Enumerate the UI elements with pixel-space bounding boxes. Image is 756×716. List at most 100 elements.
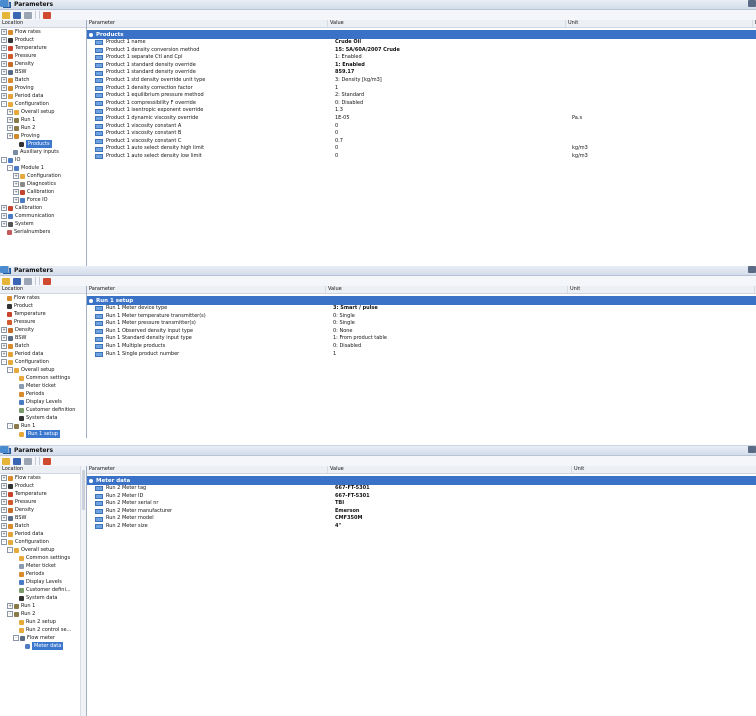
column-header-parameter[interactable]: Parameter — [87, 20, 328, 27]
collapse-icon[interactable]: - — [7, 165, 13, 171]
open-folder-icon[interactable] — [2, 11, 10, 19]
parameter-row[interactable]: Run 1 Meter pressure transmitter(s) 0: Si… — [87, 320, 756, 328]
value-cell[interactable]: 0: Disabled — [331, 343, 572, 351]
column-header-parameter[interactable]: Parameter — [87, 286, 326, 293]
expand-icon[interactable]: + — [1, 69, 7, 75]
location-tree[interactable]: Location + Flow rates + Product + Temperature +… — [0, 20, 87, 266]
tree-node[interactable]: + Proving — [0, 132, 86, 140]
scrollbar-thumb[interactable] — [82, 470, 85, 510]
expand-icon[interactable]: + — [1, 327, 7, 333]
tree-node[interactable]: + Batch — [0, 76, 86, 84]
parameter-row[interactable]: Product 1 equilibrium pressure method 2: … — [87, 92, 756, 100]
tree-node[interactable]: Products — [0, 140, 86, 148]
value-cell[interactable]: 0 — [333, 123, 570, 131]
value-cell[interactable]: 667-FT-5301 — [333, 493, 576, 501]
tree-node[interactable]: + Period data — [0, 350, 86, 358]
expand-icon[interactable]: + — [13, 197, 19, 203]
group-header[interactable]: Run 1 setup — [87, 296, 756, 305]
parameter-row[interactable]: Product 1 isentropic exponent override 1.… — [87, 107, 756, 115]
column-header-value[interactable]: Value — [326, 286, 568, 293]
tree-node[interactable]: - Module 1 — [0, 164, 86, 172]
column-header-unit[interactable]: Unit — [566, 20, 753, 27]
value-cell[interactable]: 4" — [333, 523, 576, 531]
expand-icon[interactable]: + — [1, 45, 7, 51]
tree-node[interactable]: - Run 1 — [0, 422, 86, 430]
expand-icon[interactable]: + — [1, 205, 7, 211]
expand-icon[interactable]: + — [1, 61, 7, 67]
column-header-value[interactable]: Value — [328, 466, 572, 473]
tools-icon[interactable] — [43, 457, 51, 465]
column-header-unit[interactable]: Unit — [572, 466, 756, 473]
tree-node[interactable]: - Flow meter — [0, 634, 86, 642]
tree-node[interactable]: + Calibration — [0, 204, 86, 212]
expand-icon[interactable]: + — [7, 125, 13, 131]
tree-scrollbar[interactable] — [80, 466, 86, 716]
print-icon[interactable] — [24, 277, 32, 285]
tree-node[interactable]: + Density — [0, 506, 86, 514]
tree-node[interactable]: + Product — [0, 36, 86, 44]
parameter-row[interactable]: Run 1 Standard density input type 1: From… — [87, 335, 756, 343]
expand-icon[interactable]: + — [7, 109, 13, 115]
tree-node[interactable]: + Flow rates — [0, 474, 86, 482]
tree-node[interactable]: Flow rates — [0, 294, 86, 302]
parameter-row[interactable]: Run 1 Meter temperature transmitter(s) 0:… — [87, 313, 756, 321]
tree-node[interactable]: + BSW — [0, 334, 86, 342]
value-cell[interactable]: 3: Density [kg/m3] — [333, 77, 570, 85]
expand-icon[interactable]: + — [1, 221, 7, 227]
expand-icon[interactable]: + — [1, 475, 7, 481]
parameter-row[interactable]: Run 2 Meter size 4" — [87, 523, 756, 531]
tree-node[interactable]: + Run 1 — [0, 602, 86, 610]
value-cell[interactable]: 0: None — [331, 328, 572, 336]
value-cell[interactable]: 1E-05 — [333, 115, 570, 123]
expand-icon[interactable]: + — [1, 351, 7, 357]
tree-node[interactable]: + Batch — [0, 342, 86, 350]
tree-node[interactable]: Customer definition — [0, 406, 86, 414]
tree-node[interactable]: + Communication — [0, 212, 86, 220]
save-icon[interactable] — [13, 11, 21, 19]
parameter-row[interactable]: Product 1 std density override unit type… — [87, 77, 756, 85]
group-header[interactable]: Products — [87, 30, 756, 39]
value-cell[interactable]: 0: Disabled — [333, 100, 570, 108]
save-icon[interactable] — [13, 277, 21, 285]
tree-view-icon[interactable] — [0, 446, 9, 453]
value-cell[interactable]: 0.7 — [333, 138, 570, 146]
value-cell[interactable]: 0: Single — [331, 320, 572, 328]
value-cell[interactable]: 1.3 — [333, 107, 570, 115]
parameter-row[interactable]: Run 1 Observed density input type 0: None — [87, 328, 756, 336]
value-cell[interactable]: 1 — [331, 351, 572, 359]
tree-node[interactable]: - Overall setup — [0, 546, 86, 554]
group-header[interactable]: Meter data — [87, 476, 756, 485]
tree-node[interactable]: + Diagnostics — [0, 180, 86, 188]
tree-node[interactable]: Periods — [0, 390, 86, 398]
tree-node[interactable]: + Temperature — [0, 490, 86, 498]
column-header-parameter[interactable]: Parameter — [87, 466, 328, 473]
expand-icon[interactable]: + — [1, 37, 7, 43]
parameter-row[interactable]: Run 1 Multiple products 0: Disabled — [87, 343, 756, 351]
expand-icon[interactable]: + — [1, 507, 7, 513]
parameter-row[interactable]: Product 1 compressibility F override 0: D… — [87, 100, 756, 108]
value-cell[interactable]: 15: 5A/60A/2007 Crude — [333, 47, 570, 55]
location-tree[interactable]: Location + Flow rates + Product + Temperature +… — [0, 466, 87, 716]
tree-node[interactable]: Periods — [0, 570, 86, 578]
parameter-row[interactable]: Product 1 standard density override 1: En… — [87, 62, 756, 70]
collapse-icon[interactable]: - — [7, 423, 13, 429]
tree-node[interactable]: + Force IO — [0, 196, 86, 204]
expand-icon[interactable]: + — [1, 491, 7, 497]
tree-node[interactable]: Meter ticket — [0, 382, 86, 390]
expand-icon[interactable]: + — [1, 483, 7, 489]
tree-node[interactable]: Pressure — [0, 318, 86, 326]
open-folder-icon[interactable] — [2, 457, 10, 465]
expand-icon[interactable]: + — [1, 77, 7, 83]
tree-node[interactable]: - Configuration — [0, 538, 86, 546]
tree-node[interactable]: Run 2 setup — [0, 618, 86, 626]
tree-node[interactable]: Common settings — [0, 554, 86, 562]
tree-node[interactable]: + Run 1 — [0, 116, 86, 124]
expand-icon[interactable]: + — [1, 53, 7, 59]
tree-node[interactable]: + System — [0, 220, 86, 228]
tree-node[interactable]: + Period data — [0, 92, 86, 100]
tree-node[interactable]: + Run 2 — [0, 124, 86, 132]
collapse-icon[interactable]: - — [7, 611, 13, 617]
location-tree[interactable]: Location Flow rates Product Temperature Pres… — [0, 286, 87, 438]
expand-icon[interactable]: + — [13, 173, 19, 179]
expand-icon[interactable]: + — [1, 29, 7, 35]
